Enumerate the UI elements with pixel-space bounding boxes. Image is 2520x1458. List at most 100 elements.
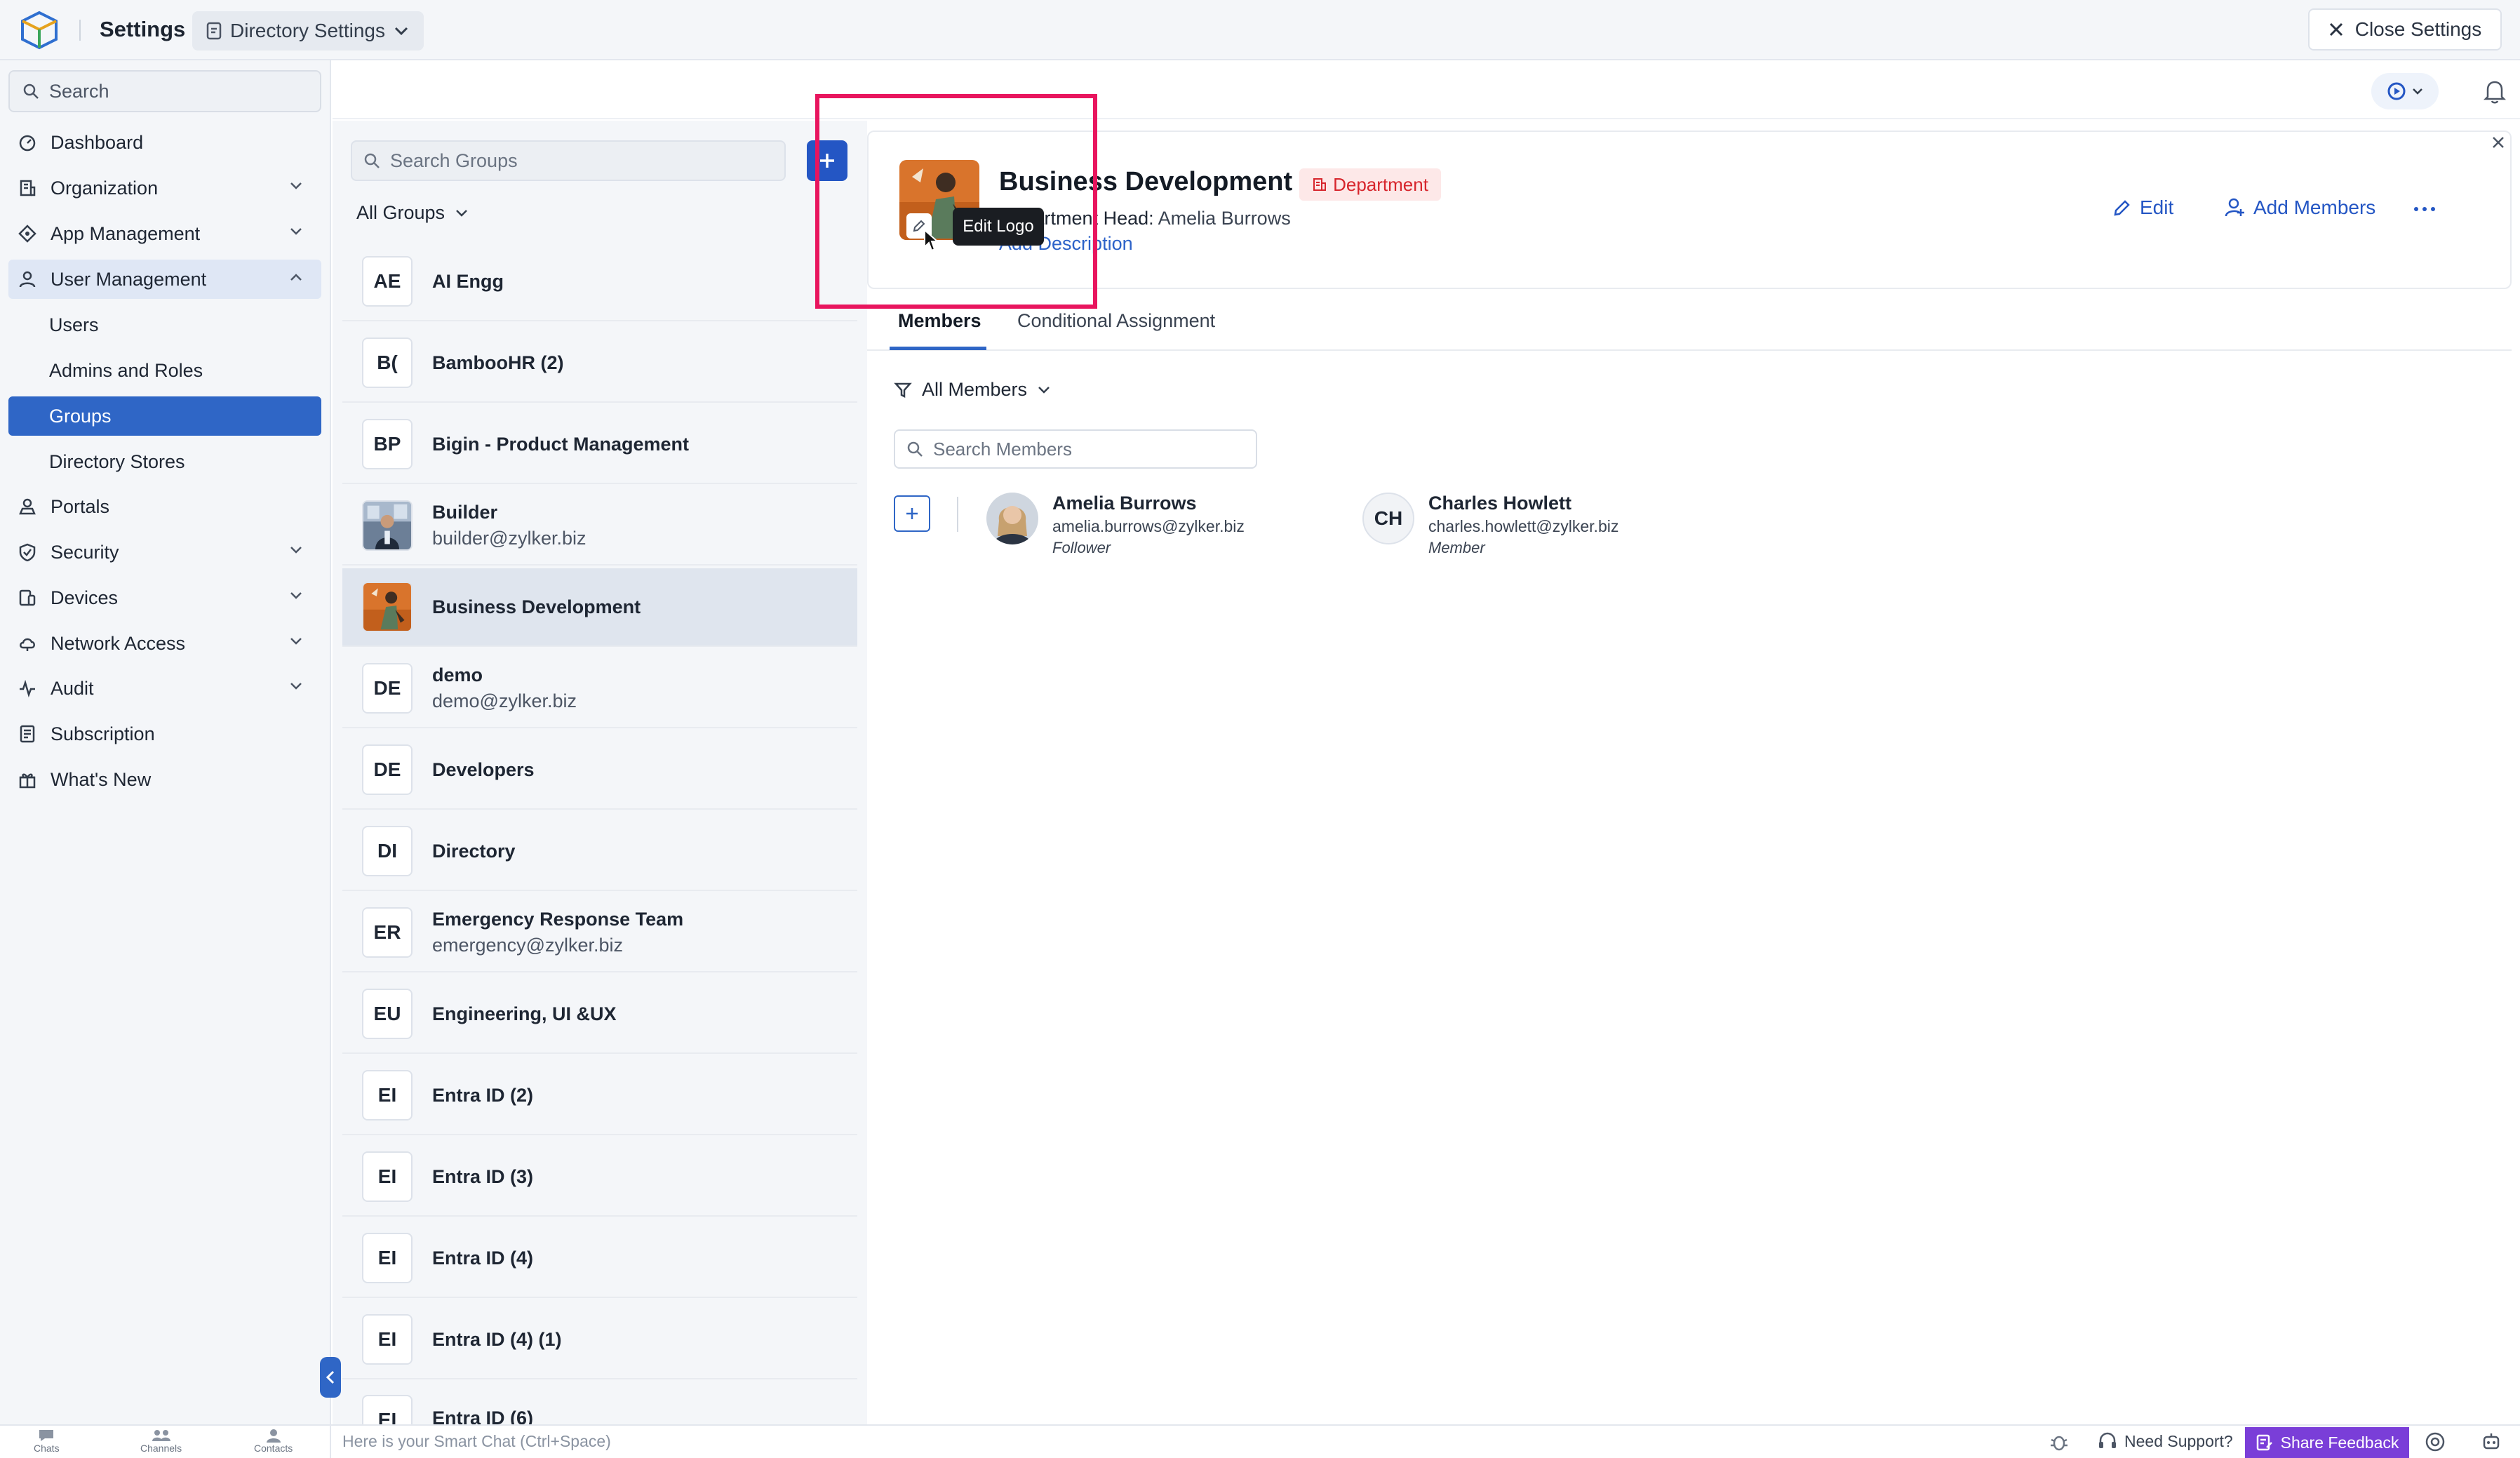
bottom-contacts[interactable]: Contacts — [254, 1429, 293, 1454]
collapse-sidebar-button[interactable] — [320, 1357, 341, 1398]
directory-dropdown-label: Directory Settings — [230, 20, 385, 41]
subscription-icon — [20, 725, 35, 743]
app-logo-icon[interactable] — [20, 10, 59, 51]
sidebar-item-whats-new[interactable]: What's New — [8, 760, 321, 799]
active-tab-indicator — [890, 347, 986, 350]
filter-icon — [894, 382, 912, 398]
bot-icon[interactable] — [2481, 1431, 2502, 1452]
member-role: Follower — [1052, 539, 1111, 556]
group-row[interactable]: B( BambooHR (2) — [342, 324, 857, 403]
sidebar-item-security[interactable]: Security — [8, 533, 321, 572]
chevron-down-icon — [2413, 88, 2422, 95]
chevron-down-icon — [290, 592, 302, 599]
bottom-channels[interactable]: Channels — [140, 1429, 182, 1454]
all-groups-filter[interactable]: All Groups — [356, 202, 469, 224]
group-row[interactable]: EI Entra ID (6) — [342, 1382, 857, 1424]
tab-members[interactable]: Members — [898, 310, 981, 332]
groups-search-input[interactable]: Search Groups — [351, 140, 786, 181]
share-feedback-button[interactable]: Share Feedback — [2245, 1427, 2409, 1458]
group-name: Entra ID (6) — [432, 1407, 534, 1424]
sidebar-item-user-management[interactable]: User Management — [8, 260, 321, 299]
search-icon — [907, 441, 923, 457]
group-name: Entra ID (4) — [432, 1247, 534, 1269]
bug-icon[interactable] — [2049, 1431, 2070, 1452]
group-avatar: BP — [362, 419, 413, 469]
department-head-value: Amelia Burrows — [1158, 208, 1291, 229]
groups-search-placeholder: Search Groups — [390, 149, 518, 171]
sidebar-item-label: Devices — [51, 587, 119, 608]
sidebar-item-label: Audit — [51, 677, 94, 699]
group-row[interactable]: DE Developers — [342, 731, 857, 810]
group-avatar: EI — [362, 1395, 413, 1424]
group-row[interactable]: EI Entra ID (4) — [342, 1219, 857, 1298]
group-row-selected[interactable]: Business Development — [342, 568, 857, 647]
add-member-button[interactable] — [894, 495, 930, 532]
group-row[interactable]: Builder builder@zylker.biz — [342, 487, 857, 566]
sidebar-item-devices[interactable]: Devices — [8, 578, 321, 617]
contacts-icon — [266, 1429, 281, 1443]
group-row[interactable]: DI Directory — [342, 812, 857, 891]
group-row[interactable]: EI Entra ID (2) — [342, 1057, 857, 1135]
group-row[interactable]: AE AI Engg — [342, 243, 857, 321]
group-row[interactable]: EU Engineering, UI &UX — [342, 975, 857, 1054]
members-search-input[interactable]: Search Members — [894, 429, 1257, 469]
chevron-down-icon — [290, 683, 302, 690]
sidebar-item-label: Admins and Roles — [49, 359, 203, 381]
bottom-chats-label: Chats — [34, 1443, 60, 1454]
cloud-icon — [20, 638, 35, 651]
audit-icon — [20, 679, 35, 697]
chevron-down-icon — [290, 228, 302, 235]
sidebar-item-label: Network Access — [51, 632, 186, 654]
sidebar-item-users[interactable]: Users — [8, 305, 321, 345]
need-support-button[interactable]: Need Support? — [2098, 1431, 2233, 1451]
sidebar-item-label: Directory Stores — [49, 450, 185, 472]
department-badge: Department — [1299, 168, 1441, 201]
members-filter[interactable]: All Members — [894, 379, 1051, 401]
bottom-chats[interactable]: Chats — [34, 1429, 60, 1454]
group-name: Engineering, UI &UX — [432, 1003, 617, 1024]
sidebar-item-audit[interactable]: Audit — [8, 669, 321, 708]
divider — [79, 20, 81, 41]
group-avatar: EI — [362, 1233, 413, 1283]
dashboard-icon — [19, 135, 36, 152]
close-settings-button[interactable]: Close Settings — [2308, 8, 2502, 51]
add-members-label: Add Members — [2253, 196, 2376, 218]
group-avatar: DI — [362, 826, 413, 876]
sidebar-item-network-access[interactable]: Network Access — [8, 624, 321, 663]
member-email: amelia.burrows@zylker.biz — [1052, 517, 1245, 535]
close-icon[interactable] — [2491, 135, 2506, 150]
sidebar-item-dashboard[interactable]: Dashboard — [8, 123, 321, 162]
add-members-button[interactable]: Add Members — [2224, 196, 2375, 219]
chevron-down-icon — [290, 182, 302, 189]
member-name: Amelia Burrows — [1052, 493, 1197, 514]
group-avatar: EI — [362, 1151, 413, 1202]
bell-icon[interactable] — [2481, 77, 2509, 105]
mention-icon[interactable] — [2425, 1431, 2446, 1452]
sidebar-search-input[interactable]: Search — [8, 70, 321, 112]
group-row[interactable]: BP Bigin - Product Management — [342, 406, 857, 484]
sidebar-item-portals[interactable]: Portals — [8, 487, 321, 526]
edit-button[interactable]: Edit — [2113, 196, 2173, 219]
member-card[interactable]: CH Charles Howlett charles.howlett@zylke… — [1362, 493, 1618, 557]
group-row[interactable]: EI Entra ID (3) — [342, 1138, 857, 1217]
member-card[interactable]: Amelia Burrows amelia.burrows@zylker.biz… — [986, 493, 1245, 557]
sidebar-item-directory-stores[interactable]: Directory Stores — [8, 442, 321, 481]
group-row[interactable]: DE demo demo@zylker.biz — [342, 650, 857, 728]
group-row[interactable]: EI Entra ID (4) (1) — [342, 1301, 857, 1379]
more-options-icon[interactable] — [2413, 206, 2436, 212]
sidebar-item-app-management[interactable]: App Management — [8, 214, 321, 253]
group-email: demo@zylker.biz — [432, 690, 577, 711]
group-row[interactable]: ER Emergency Response Team emergency@zyl… — [342, 894, 857, 972]
sidebar-item-organization[interactable]: Organization — [8, 168, 321, 208]
group-name: Builder — [432, 502, 498, 523]
directory-settings-dropdown[interactable]: Directory Settings — [192, 11, 424, 51]
smart-chat-input[interactable]: Here is your Smart Chat (Ctrl+Space) — [330, 1424, 2042, 1458]
tab-conditional-assignment[interactable]: Conditional Assignment — [1017, 310, 1215, 332]
sidebar-item-subscription[interactable]: Subscription — [8, 714, 321, 754]
chevron-down-icon — [1038, 386, 1050, 394]
sidebar-item-groups[interactable]: Groups — [8, 396, 321, 436]
sidebar-item-admins-and-roles[interactable]: Admins and Roles — [8, 351, 321, 390]
edit-label: Edit — [2140, 196, 2174, 218]
sidebar-item-label: Organization — [51, 177, 159, 199]
assistant-button[interactable] — [2371, 73, 2439, 109]
